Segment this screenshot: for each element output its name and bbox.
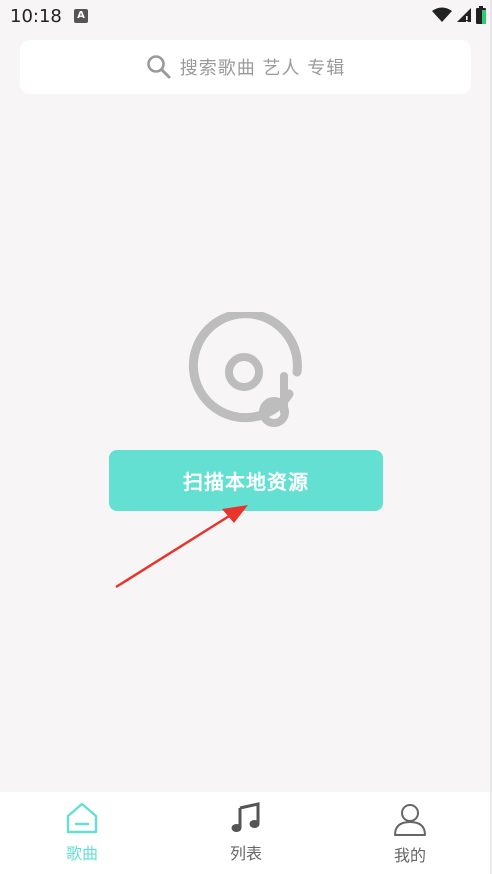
nav-item-songs[interactable]: 歌曲 [0,792,164,874]
wifi-icon [432,7,452,22]
nav-label-list: 列表 [229,844,262,863]
bottom-nav: 歌曲 列表 我的 [0,792,492,874]
search-icon [146,54,172,80]
nav-label-mine: 我的 [393,846,426,865]
home-icon [66,802,98,834]
battery-icon [476,6,486,24]
status-icons [432,6,486,24]
person-icon [394,804,426,836]
search-bar[interactable]: 搜索歌曲 艺人 专辑 [20,40,471,94]
signal-icon [457,8,471,22]
music-disc-icon [188,312,302,427]
search-placeholder: 搜索歌曲 艺人 专辑 [179,58,346,79]
nav-item-mine[interactable]: 我的 [328,792,492,874]
nav-item-list[interactable]: 列表 [164,792,328,874]
status-time: 10:18 [10,6,62,27]
music-note-icon [231,802,260,832]
notification-a-icon: A [74,9,88,23]
scan-local-resources-button[interactable]: 扫描本地资源 [109,450,383,511]
nav-label-songs: 歌曲 [65,844,98,863]
status-bar: 10:18 A [0,0,492,34]
